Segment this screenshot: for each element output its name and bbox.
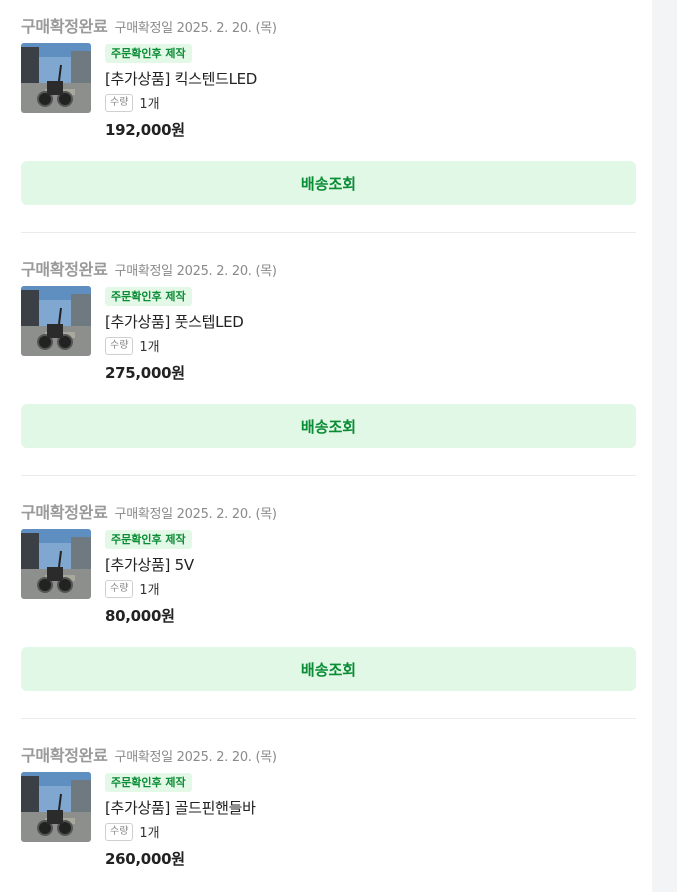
product-price: 260,000원 — [105, 850, 185, 868]
product-name[interactable]: [추가상품] 골드핀핸들바 — [105, 797, 256, 818]
product-thumbnail[interactable] — [21, 772, 91, 842]
product-name[interactable]: [추가상품] 5V — [105, 554, 194, 575]
order-card: 구매확정완료 구매확정일 2025. 2. 20. (목) 주문확인후 제작 [… — [21, 13, 636, 234]
quantity-row: 수량 1개 — [105, 579, 160, 598]
order-card: 구매확정완료 구매확정일 2025. 2. 20. (목) 주문확인후 제작 [… — [21, 499, 636, 720]
product-price: 192,000원 — [105, 121, 185, 139]
quantity-value: 1개 — [139, 583, 160, 598]
product-photo-icon — [21, 43, 91, 113]
track-shipment-button[interactable]: 배송조회 — [21, 404, 636, 448]
made-to-order-badge: 주문확인후 제작 — [105, 287, 192, 306]
order-status: 구매확정완료 — [21, 503, 108, 522]
quantity-row: 수량 1개 — [105, 336, 160, 355]
order-status: 구매확정완료 — [21, 746, 108, 765]
order-status: 구매확정완료 — [21, 17, 108, 36]
made-to-order-badge: 주문확인후 제작 — [105, 530, 192, 549]
product-price: 80,000원 — [105, 607, 175, 625]
order-divider — [21, 232, 636, 233]
quantity-value: 1개 — [139, 826, 160, 841]
product-thumbnail[interactable] — [21, 286, 91, 356]
made-to-order-badge: 주문확인후 제작 — [105, 773, 192, 792]
track-shipment-button[interactable]: 배송조회 — [21, 647, 636, 691]
confirm-date: 구매확정일 2025. 2. 20. (목) — [114, 750, 277, 765]
order-list-panel: 구매확정완료 구매확정일 2025. 2. 20. (목) 주문확인후 제작 [… — [0, 0, 652, 892]
quantity-label: 수량 — [105, 336, 134, 355]
quantity-label: 수량 — [105, 579, 134, 598]
confirm-date: 구매확정일 2025. 2. 20. (목) — [114, 264, 277, 279]
order-header: 구매확정완료 구매확정일 2025. 2. 20. (목) — [21, 256, 277, 279]
product-photo-icon — [21, 529, 91, 599]
product-photo-icon — [21, 286, 91, 356]
quantity-value: 1개 — [139, 97, 160, 112]
order-header: 구매확정완료 구매확정일 2025. 2. 20. (목) — [21, 742, 277, 765]
quantity-row: 수량 1개 — [105, 93, 160, 112]
quantity-row: 수량 1개 — [105, 822, 160, 841]
order-card: 구매확정완료 구매확정일 2025. 2. 20. (목) 주문확인후 제작 [… — [21, 742, 636, 892]
product-thumbnail[interactable] — [21, 43, 91, 113]
product-price: 275,000원 — [105, 364, 185, 382]
product-name[interactable]: [추가상품] 킥스텐드LED — [105, 68, 257, 89]
track-shipment-button[interactable]: 배송조회 — [21, 161, 636, 205]
quantity-value: 1개 — [139, 340, 160, 355]
quantity-label: 수량 — [105, 822, 134, 841]
order-header: 구매확정완료 구매확정일 2025. 2. 20. (목) — [21, 499, 277, 522]
quantity-label: 수량 — [105, 93, 134, 112]
order-divider — [21, 475, 636, 476]
page-gutter — [652, 0, 677, 892]
order-header: 구매확정완료 구매확정일 2025. 2. 20. (목) — [21, 13, 277, 36]
confirm-date: 구매확정일 2025. 2. 20. (목) — [114, 507, 277, 522]
order-status: 구매확정완료 — [21, 260, 108, 279]
order-card: 구매확정완료 구매확정일 2025. 2. 20. (목) 주문확인후 제작 [… — [21, 256, 636, 477]
product-name[interactable]: [추가상품] 풋스텝LED — [105, 311, 244, 332]
order-divider — [21, 718, 636, 719]
made-to-order-badge: 주문확인후 제작 — [105, 44, 192, 63]
product-photo-icon — [21, 772, 91, 842]
confirm-date: 구매확정일 2025. 2. 20. (목) — [114, 21, 277, 36]
product-thumbnail[interactable] — [21, 529, 91, 599]
